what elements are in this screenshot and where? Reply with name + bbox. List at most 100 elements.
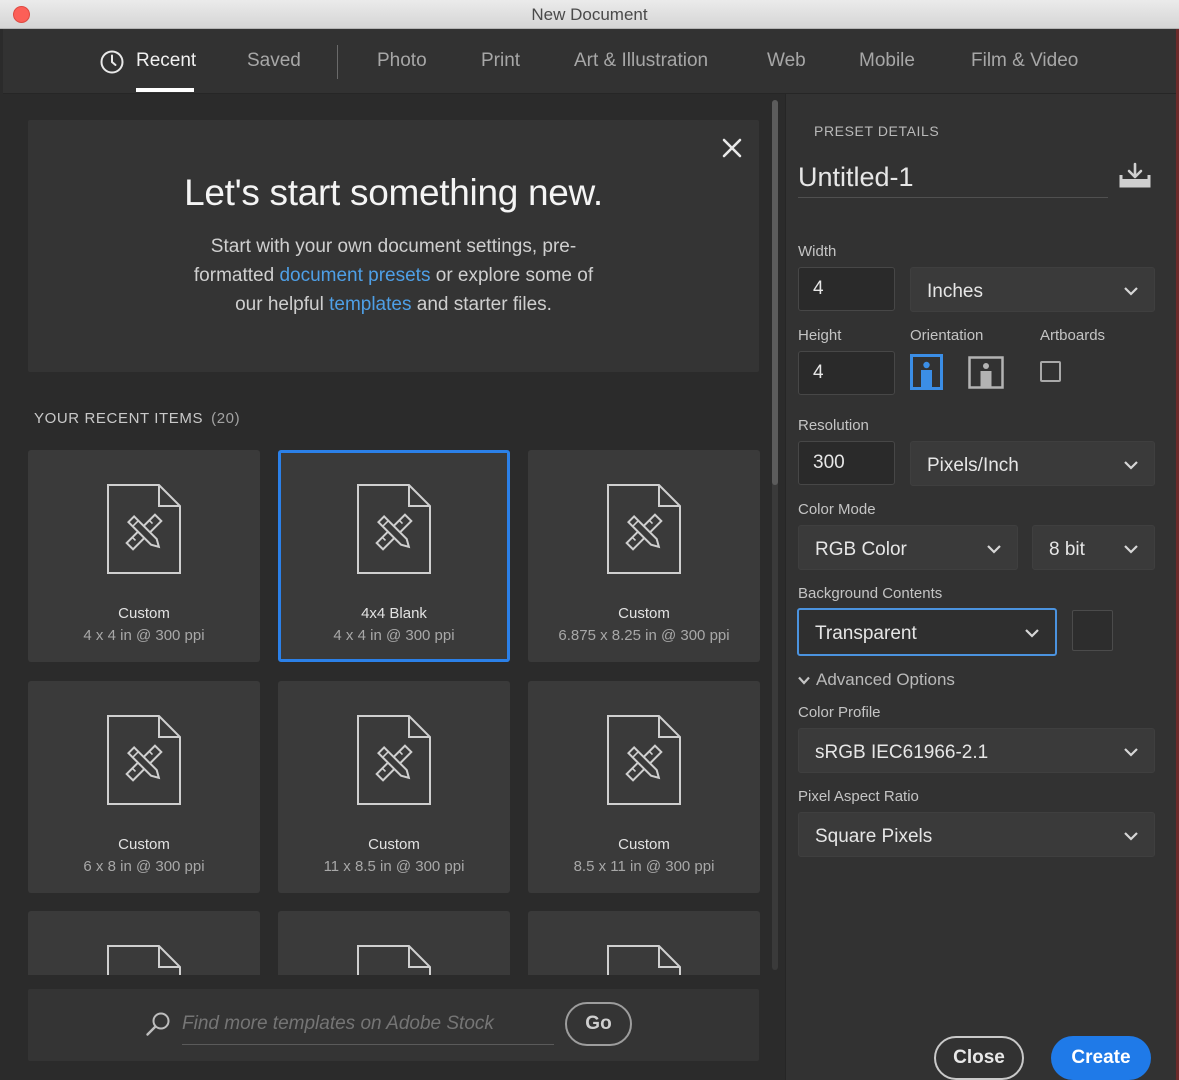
tab-saved[interactable]: Saved bbox=[247, 50, 301, 72]
tab-divider bbox=[337, 45, 338, 79]
artboards-label: Artboards bbox=[1040, 327, 1106, 344]
recent-item-card-partial[interactable] bbox=[278, 911, 510, 975]
recent-item-card[interactable]: Custom 8.5 x 11 in @ 300 ppi bbox=[528, 681, 760, 893]
stock-search-input[interactable] bbox=[182, 1003, 554, 1045]
color-profile-select[interactable]: sRGB IEC61966-2.1 bbox=[798, 728, 1155, 773]
tab-web[interactable]: Web bbox=[767, 50, 806, 72]
document-icon bbox=[357, 484, 431, 574]
welcome-line-2a: formatted bbox=[193, 265, 280, 286]
stock-search-bar: Go bbox=[28, 989, 759, 1061]
recent-item-card[interactable]: Custom 6.875 x 8.25 in @ 300 ppi bbox=[528, 450, 760, 662]
search-icon bbox=[146, 1012, 170, 1036]
document-presets-link[interactable]: document presets bbox=[279, 265, 430, 286]
document-icon bbox=[107, 715, 181, 805]
recent-items-panel: Let's start something new. Start with yo… bbox=[3, 94, 785, 1080]
color-mode-select[interactable]: RGB Color bbox=[798, 525, 1018, 570]
document-icon bbox=[607, 945, 681, 975]
recent-item-size: 8.5 x 11 in @ 300 ppi bbox=[573, 858, 715, 875]
document-icon bbox=[107, 945, 181, 975]
preset-details-panel: PRESET DETAILS Width Inches Height Orien… bbox=[785, 94, 1176, 1080]
tab-print[interactable]: Print bbox=[481, 50, 520, 72]
tab-art-illustration[interactable]: Art & Illustration bbox=[574, 50, 708, 72]
width-unit-select[interactable]: Inches bbox=[910, 267, 1155, 312]
create-button[interactable]: Create bbox=[1051, 1036, 1151, 1080]
resolution-label: Resolution bbox=[798, 417, 869, 434]
recent-item-size: 4 x 4 in @ 300 ppi bbox=[83, 627, 205, 644]
close-button[interactable]: Close bbox=[934, 1036, 1024, 1080]
preset-details-title: PRESET DETAILS bbox=[814, 123, 940, 139]
document-icon bbox=[607, 484, 681, 574]
color-profile-value: sRGB IEC61966-2.1 bbox=[815, 742, 989, 763]
recent-item-card[interactable]: Custom 11 x 8.5 in @ 300 ppi bbox=[278, 681, 510, 893]
recent-item-size: 6.875 x 8.25 in @ 300 ppi bbox=[558, 627, 730, 644]
welcome-heading: Let's start something new. bbox=[184, 172, 603, 213]
background-contents-select[interactable]: Transparent bbox=[797, 608, 1057, 656]
portrait-orientation-icon[interactable] bbox=[910, 354, 946, 390]
chevron-down-icon bbox=[1124, 545, 1138, 554]
width-input[interactable] bbox=[798, 267, 895, 311]
recent-scrollbar[interactable] bbox=[772, 100, 778, 970]
welcome-line-1: Start with your own document settings, p… bbox=[210, 236, 577, 257]
landscape-orientation-icon[interactable] bbox=[968, 356, 1004, 392]
pixel-aspect-ratio-value: Square Pixels bbox=[815, 826, 933, 847]
artboards-checkbox[interactable] bbox=[1040, 361, 1061, 382]
recent-items-label: YOUR RECENT ITEMS bbox=[34, 410, 204, 427]
new-document-dialog: Recent Saved Photo Print Art & Illustrat… bbox=[3, 29, 1176, 1080]
document-icon bbox=[357, 945, 431, 975]
tab-mobile[interactable]: Mobile bbox=[859, 50, 915, 72]
resolution-unit-value: Pixels/Inch bbox=[927, 455, 1019, 476]
scrollbar-thumb[interactable] bbox=[772, 100, 778, 485]
document-name-field[interactable] bbox=[798, 158, 1108, 198]
recent-item-card[interactable]: 4x4 Blank 4 x 4 in @ 300 ppi bbox=[278, 450, 510, 662]
pixel-aspect-ratio-select[interactable]: Square Pixels bbox=[798, 812, 1155, 857]
welcome-line-3b: and starter files. bbox=[411, 294, 552, 315]
width-label: Width bbox=[798, 243, 837, 260]
recent-item-name: Custom bbox=[118, 605, 170, 622]
color-mode-label: Color Mode bbox=[798, 501, 876, 518]
height-input[interactable] bbox=[798, 351, 895, 395]
go-button[interactable]: Go bbox=[565, 1002, 632, 1046]
recent-item-card-partial[interactable] bbox=[528, 911, 760, 975]
color-profile-label: Color Profile bbox=[798, 704, 881, 721]
resolution-unit-select[interactable]: Pixels/Inch bbox=[910, 441, 1155, 486]
tab-film-video[interactable]: Film & Video bbox=[971, 50, 1078, 72]
recent-item-card[interactable]: Custom 6 x 8 in @ 300 ppi bbox=[28, 681, 260, 893]
recent-item-name: Custom bbox=[618, 605, 670, 622]
resolution-input[interactable] bbox=[798, 441, 895, 485]
recent-items-header: YOUR RECENT ITEMS (20) bbox=[34, 410, 240, 427]
recent-item-size: 6 x 8 in @ 300 ppi bbox=[83, 858, 205, 875]
width-unit-value: Inches bbox=[927, 281, 983, 302]
recent-item-name: Custom bbox=[368, 836, 420, 853]
welcome-line-2b: or explore some of bbox=[430, 265, 594, 286]
recent-items-count: (20) bbox=[211, 410, 241, 427]
preset-tab-bar: Recent Saved Photo Print Art & Illustrat… bbox=[3, 29, 1176, 94]
welcome-line-3a: our helpful bbox=[235, 294, 330, 315]
close-icon[interactable] bbox=[720, 136, 744, 160]
pixel-aspect-ratio-label: Pixel Aspect Ratio bbox=[798, 788, 919, 805]
chevron-down-icon bbox=[798, 676, 810, 685]
save-preset-icon[interactable] bbox=[1119, 162, 1151, 188]
title-bar: New Document bbox=[0, 0, 1179, 29]
chevron-down-icon bbox=[1025, 629, 1039, 638]
bit-depth-value: 8 bit bbox=[1049, 539, 1085, 560]
background-color-swatch[interactable] bbox=[1072, 610, 1113, 651]
advanced-options-label: Advanced Options bbox=[816, 670, 955, 689]
recent-item-name: Custom bbox=[618, 836, 670, 853]
recent-item-size: 11 x 8.5 in @ 300 ppi bbox=[323, 858, 465, 875]
advanced-options-toggle[interactable]: Advanced Options bbox=[798, 670, 955, 690]
welcome-text: Start with your own document settings, p… bbox=[168, 232, 619, 319]
recent-item-card[interactable]: Custom 4 x 4 in @ 300 ppi bbox=[28, 450, 260, 662]
recent-item-size: 4 x 4 in @ 300 ppi bbox=[333, 627, 455, 644]
recent-item-card-partial[interactable] bbox=[28, 911, 260, 975]
chevron-down-icon bbox=[1124, 832, 1138, 841]
tab-photo[interactable]: Photo bbox=[377, 50, 427, 72]
templates-link[interactable]: templates bbox=[329, 294, 411, 315]
welcome-banner: Let's start something new. Start with yo… bbox=[28, 120, 759, 372]
document-icon bbox=[107, 484, 181, 574]
chevron-down-icon bbox=[987, 545, 1001, 554]
height-label: Height bbox=[798, 327, 842, 344]
tab-recent[interactable]: Recent bbox=[136, 50, 196, 72]
bit-depth-select[interactable]: 8 bit bbox=[1032, 525, 1155, 570]
recent-item-name: 4x4 Blank bbox=[361, 605, 427, 622]
document-icon bbox=[357, 715, 431, 805]
